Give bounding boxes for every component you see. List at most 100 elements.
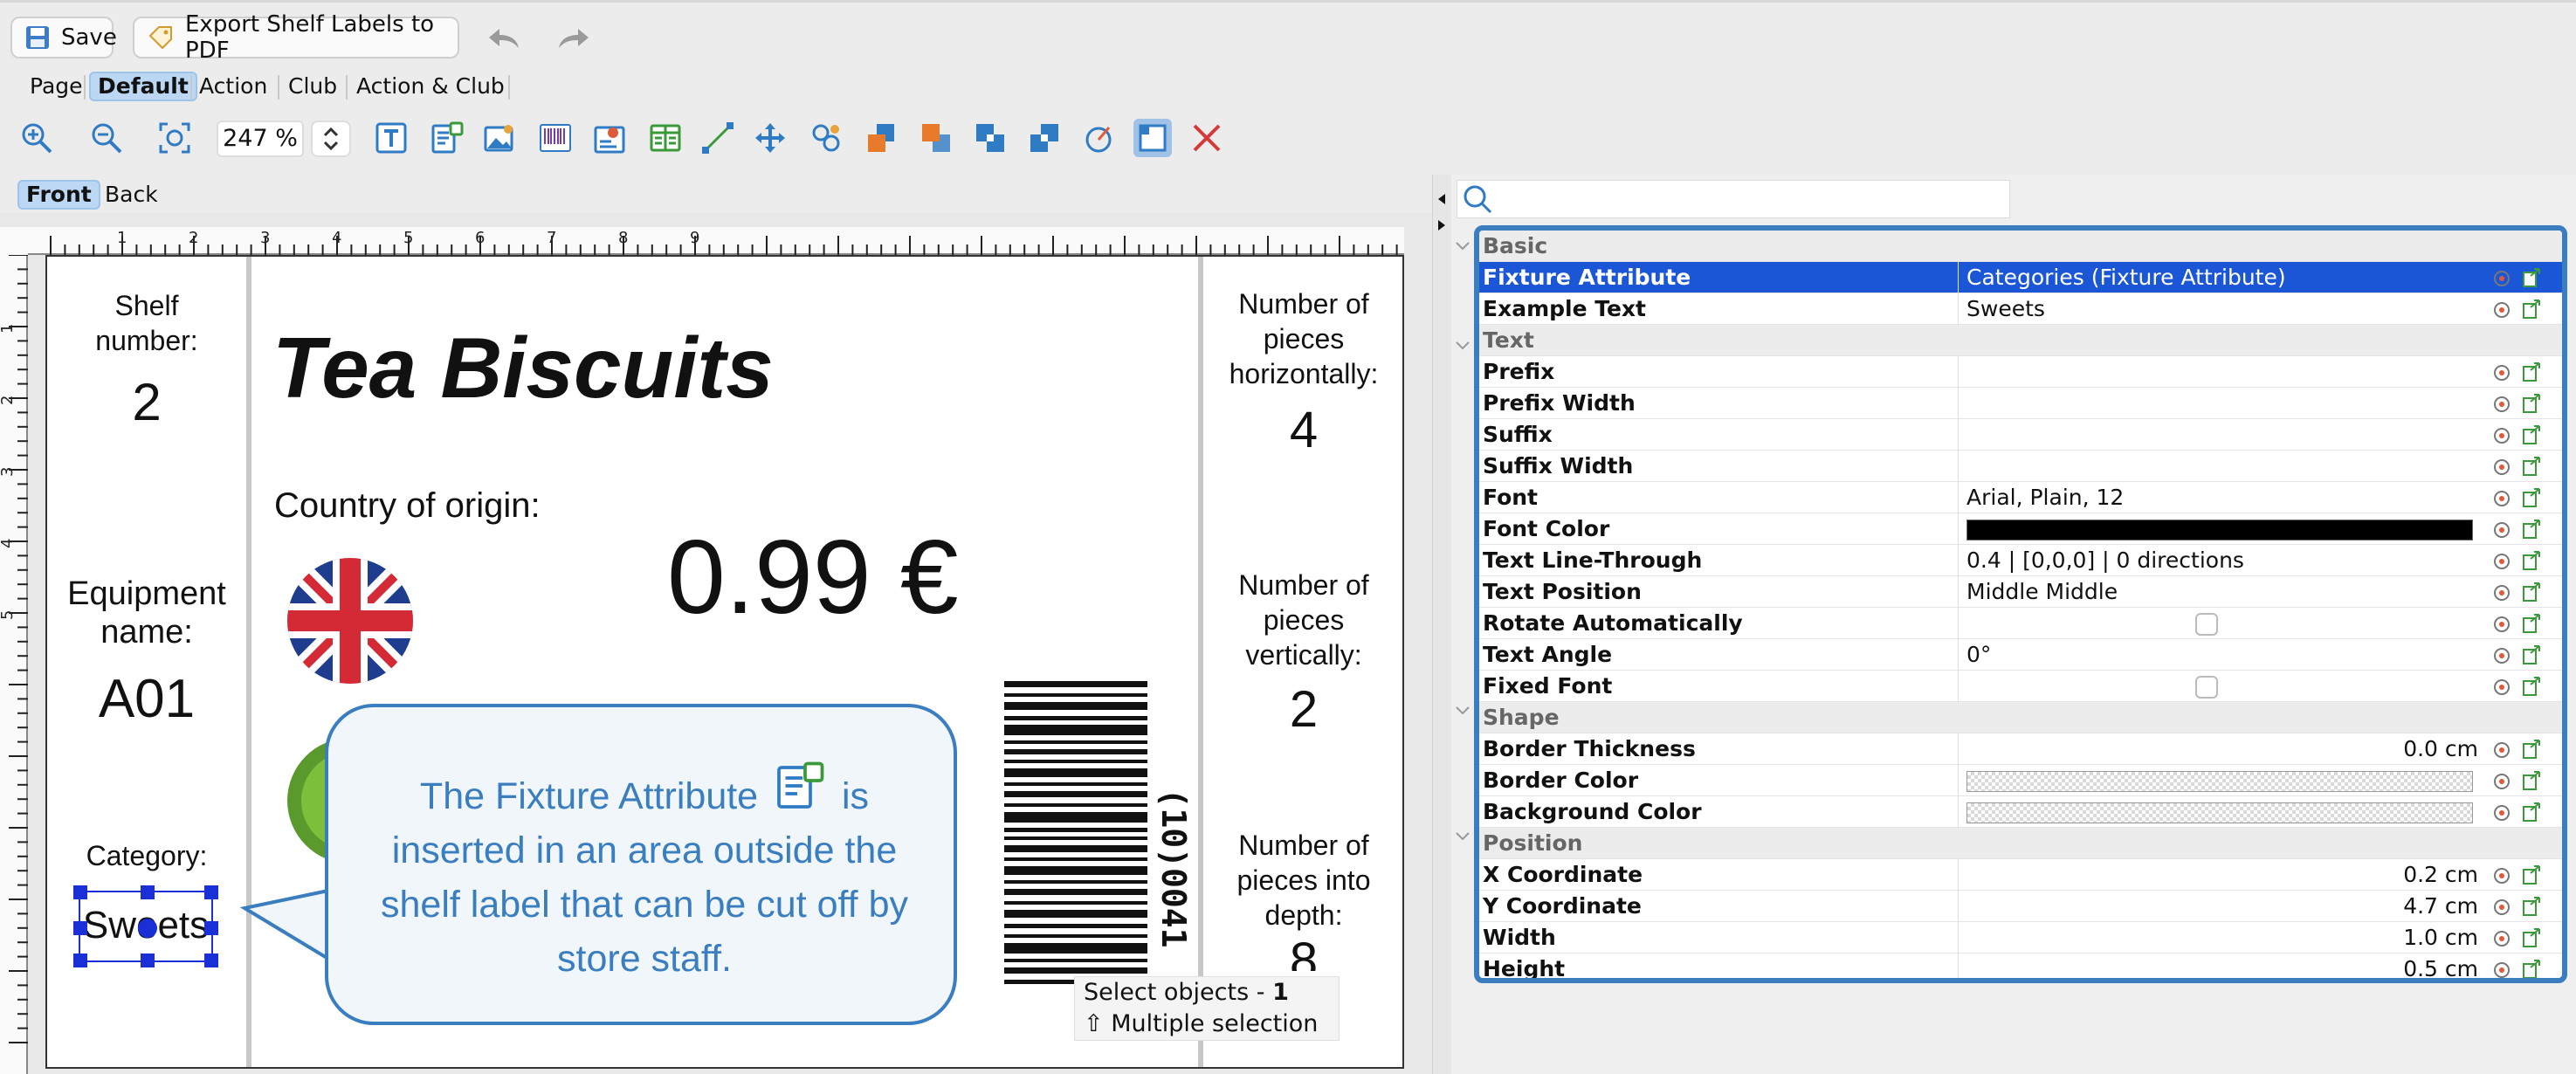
- prop-row-rotate-automatically[interactable]: Rotate Automatically: [1479, 608, 2562, 639]
- group-basic[interactable]: Basic: [1479, 231, 2562, 262]
- prop-row-background-color[interactable]: Background Color: [1479, 796, 2562, 828]
- group-position[interactable]: Position: [1479, 828, 2562, 859]
- inherit-icon[interactable]: [2522, 959, 2543, 980]
- cut-area-toggle-icon[interactable]: [1133, 119, 1172, 157]
- inherit-icon[interactable]: [2522, 613, 2543, 634]
- delete-icon[interactable]: [1188, 119, 1226, 157]
- prop-value[interactable]: Middle Middle: [1961, 576, 2485, 607]
- reset-icon[interactable]: [2492, 803, 2511, 823]
- zoom-fit-icon[interactable]: [155, 119, 194, 157]
- inherit-icon[interactable]: [2522, 582, 2543, 602]
- fixed-font-checkbox[interactable]: [2195, 676, 2218, 699]
- inherit-icon[interactable]: [2522, 927, 2543, 948]
- inherit-icon[interactable]: [2522, 487, 2543, 508]
- group-text[interactable]: Text: [1479, 325, 2562, 356]
- reset-icon[interactable]: [2492, 740, 2511, 760]
- tab-front[interactable]: Front: [17, 180, 100, 210]
- prop-value[interactable]: [1961, 451, 2485, 481]
- zoom-level-input[interactable]: 247 %: [217, 120, 304, 157]
- background-color-swatch[interactable]: [1966, 802, 2473, 823]
- prop-value[interactable]: [1961, 356, 2485, 387]
- undo-icon[interactable]: [486, 24, 522, 53]
- barcode-tool-icon[interactable]: [536, 119, 575, 157]
- line-tool-icon[interactable]: [699, 119, 737, 157]
- resize-handle[interactable]: [73, 921, 87, 935]
- selected-fixture-attribute[interactable]: Sweets: [73, 885, 218, 967]
- reset-icon[interactable]: [2492, 426, 2511, 445]
- tab-page[interactable]: Page: [23, 72, 90, 101]
- zoom-stepper[interactable]: [311, 120, 351, 157]
- group-shape[interactable]: Shape: [1479, 702, 2562, 733]
- font-color-swatch[interactable]: [1966, 520, 2473, 540]
- resize-handle[interactable]: [204, 885, 218, 899]
- inherit-icon[interactable]: [2522, 393, 2543, 414]
- inherit-icon[interactable]: [2522, 519, 2543, 540]
- prop-row-border-color[interactable]: Border Color: [1479, 765, 2562, 796]
- prop-value[interactable]: Arial, Plain, 12: [1961, 482, 2485, 513]
- inherit-icon[interactable]: [2522, 864, 2543, 885]
- inherit-icon[interactable]: [2522, 550, 2543, 571]
- zoom-out-icon[interactable]: [87, 119, 126, 157]
- location-tool-icon[interactable]: [590, 119, 629, 157]
- prop-value[interactable]: Sweets: [1961, 293, 2485, 324]
- prop-row-border-thickness[interactable]: Border Thickness 0.0 cm: [1479, 733, 2562, 765]
- prop-value[interactable]: 0.4 | [0,0,0] | 0 directions: [1961, 545, 2485, 575]
- prop-row-example-text[interactable]: Example Text Sweets: [1479, 293, 2562, 325]
- panel-splitter[interactable]: [1432, 175, 1451, 1074]
- prop-value[interactable]: [1961, 388, 2485, 418]
- reset-icon[interactable]: [2492, 678, 2511, 697]
- rotate-icon[interactable]: [1079, 119, 1118, 157]
- prop-row-suffix-width[interactable]: Suffix Width: [1479, 451, 2562, 482]
- tab-default[interactable]: Default: [89, 72, 197, 101]
- text-tool-icon[interactable]: [372, 119, 410, 157]
- prop-row-height[interactable]: Height 0.5 cm: [1479, 954, 2562, 980]
- save-button[interactable]: Save: [10, 17, 117, 59]
- send-to-back-icon[interactable]: [917, 119, 955, 157]
- move-icon[interactable]: [751, 119, 789, 157]
- reset-icon[interactable]: [2492, 363, 2511, 382]
- tab-back[interactable]: Back: [98, 180, 165, 210]
- tab-club[interactable]: Club: [281, 72, 344, 101]
- reset-icon[interactable]: [2492, 929, 2511, 948]
- prop-row-text-position[interactable]: Text Position Middle Middle: [1479, 576, 2562, 608]
- reset-icon[interactable]: [2492, 552, 2511, 571]
- redo-icon[interactable]: [555, 24, 592, 53]
- prop-value[interactable]: 0°: [1961, 639, 2485, 670]
- inherit-icon[interactable]: [2522, 267, 2543, 288]
- image-tool-icon[interactable]: [480, 119, 519, 157]
- prop-row-y-coordinate[interactable]: Y Coordinate 4.7 cm: [1479, 891, 2562, 922]
- property-search-input[interactable]: [1457, 180, 2010, 218]
- reset-icon[interactable]: [2492, 772, 2511, 791]
- reset-icon[interactable]: [2492, 898, 2511, 917]
- inherit-icon[interactable]: [2522, 896, 2543, 917]
- prop-row-font[interactable]: Font Arial, Plain, 12: [1479, 482, 2562, 513]
- table-tool-icon[interactable]: [646, 119, 685, 157]
- group-icon[interactable]: [807, 119, 845, 157]
- resize-handle[interactable]: [73, 885, 87, 899]
- export-shelf-labels-button[interactable]: Export Shelf Labels to PDF: [133, 11, 459, 64]
- prop-value[interactable]: 4.7 cm: [1961, 891, 2485, 921]
- tab-action[interactable]: Action: [192, 72, 274, 101]
- prop-row-x-coordinate[interactable]: X Coordinate 0.2 cm: [1479, 859, 2562, 891]
- prop-value[interactable]: 1.0 cm: [1961, 922, 2485, 953]
- reset-icon[interactable]: [2492, 646, 2511, 665]
- reset-icon[interactable]: [2492, 269, 2511, 288]
- resize-handle[interactable]: [204, 921, 218, 935]
- inherit-icon[interactable]: [2522, 644, 2543, 665]
- prop-row-text-line-through[interactable]: Text Line-Through 0.4 | [0,0,0] | 0 dire…: [1479, 545, 2562, 576]
- prop-value[interactable]: 0.5 cm: [1961, 954, 2485, 978]
- inherit-icon[interactable]: [2522, 802, 2543, 823]
- inherit-icon[interactable]: [2522, 424, 2543, 445]
- prop-row-suffix[interactable]: Suffix: [1479, 419, 2562, 451]
- tab-action-club[interactable]: Action & Club: [349, 72, 512, 101]
- prop-row-prefix[interactable]: Prefix: [1479, 356, 2562, 388]
- prop-value[interactable]: Categories (Fixture Attribute): [1961, 262, 2485, 293]
- reset-icon[interactable]: [2492, 520, 2511, 540]
- reset-icon[interactable]: [2492, 300, 2511, 320]
- zoom-in-icon[interactable]: [17, 119, 56, 157]
- prop-row-font-color[interactable]: Font Color: [1479, 513, 2562, 545]
- reset-icon[interactable]: [2492, 960, 2511, 980]
- reset-icon[interactable]: [2492, 458, 2511, 477]
- inherit-icon[interactable]: [2522, 676, 2543, 697]
- inherit-icon[interactable]: [2522, 739, 2543, 760]
